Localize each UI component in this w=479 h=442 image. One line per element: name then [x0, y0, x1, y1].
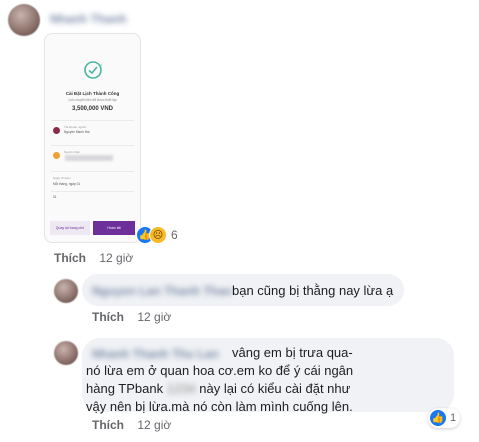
- post-reactions[interactable]: 👍 ☹ 6: [136, 226, 178, 244]
- transfer-screenshot-image[interactable]: Cài Đặt Lịch Thành Công Lịch chuyển tiền…: [44, 33, 141, 243]
- sad-reaction-icon: ☹: [149, 226, 167, 244]
- post-author-avatar[interactable]: [8, 4, 40, 36]
- post-time[interactable]: 12 giờ: [99, 251, 133, 265]
- comment-2-meta: Thích 12 giờ: [92, 418, 171, 432]
- back-home-button: Quay lại trang chủ: [50, 221, 90, 235]
- comment-1-bubble: Nguyen Lan Thanh Thao bạn cũng bị thằng …: [82, 274, 404, 306]
- comment-2-redacted: 1234: [166, 381, 196, 396]
- comment-2-text: vâng em bị trưa qua-nó lừa em ở quan hoa…: [86, 344, 362, 416]
- receiver-redacted: [65, 155, 113, 161]
- sender-label: Tài khoản nguồn: [64, 125, 87, 129]
- receiver-icon: [53, 152, 60, 159]
- transfer-count: 01: [53, 195, 57, 199]
- comment-1-meta: Thích 12 giờ: [92, 310, 171, 324]
- post-meta: Thích 12 giờ: [54, 251, 133, 265]
- comment-2-like-reaction-icon: 👍: [429, 409, 447, 427]
- receiver-label: Người nhận: [64, 150, 80, 154]
- comment-1-like-button[interactable]: Thích: [92, 310, 124, 324]
- comment-2-reactions[interactable]: 👍 1: [428, 408, 461, 428]
- sender-icon: [53, 127, 60, 134]
- comment-2-bubble: Nhanh Thanh Thu Lan vâng em bị trưa qua-…: [82, 338, 454, 414]
- comment-1-text: bạn cũng bị thằng nay lừa ạ: [232, 283, 394, 298]
- comment-2-reaction-count: 1: [450, 412, 457, 424]
- comment-1-avatar[interactable]: [54, 279, 78, 303]
- transfer-note: Lịch chuyển tiền đã được thiết lập: [68, 98, 117, 102]
- transfer-status: Cài Đặt Lịch Thành Công: [65, 91, 120, 96]
- schedule-value: Mỗi tháng, ngày 01: [53, 182, 81, 186]
- post-like-button[interactable]: Thích: [54, 251, 86, 265]
- post-reaction-count: 6: [171, 228, 178, 242]
- success-check-icon: [83, 60, 103, 80]
- comment-2-like-button[interactable]: Thích: [92, 418, 124, 432]
- comment-2-time[interactable]: 12 giờ: [137, 418, 171, 432]
- post-author-name[interactable]: Nhanh Thanh: [50, 12, 127, 26]
- finish-button: Hoàn tất: [93, 221, 135, 235]
- sender-name: Nguyen Manh Hai: [64, 130, 90, 134]
- comment-1-author[interactable]: Nguyen Lan Thanh Thao: [92, 284, 232, 298]
- comment-1-time[interactable]: 12 giờ: [137, 310, 171, 324]
- comment-2-avatar[interactable]: [54, 341, 78, 365]
- schedule-label: Ngày chuyển: [53, 176, 71, 180]
- transfer-amount: 3,500,000 VND: [71, 106, 114, 112]
